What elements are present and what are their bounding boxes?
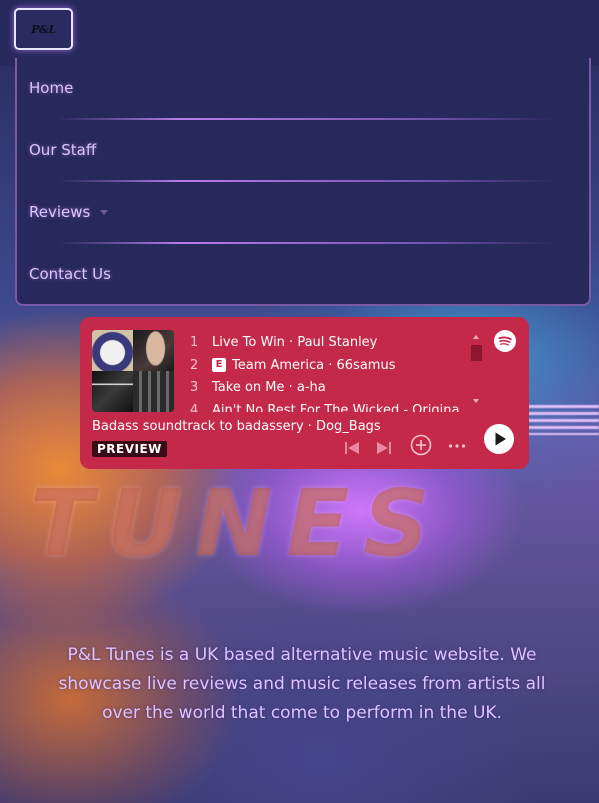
track-title: Team America · 66samus — [232, 357, 396, 373]
spotify-icon[interactable] — [494, 330, 516, 352]
playlist-title[interactable]: Badass soundtrack to badassery · Dog_Bag… — [92, 419, 381, 434]
track-number: 2 — [190, 357, 199, 373]
next-icon[interactable] — [376, 440, 392, 456]
track-title: Live To Win · Paul Stanley — [212, 334, 378, 350]
nav-divider — [57, 242, 555, 244]
track-number: 1 — [190, 334, 199, 350]
track-title: Ain't No Rest For The Wicked - Original — [212, 402, 460, 413]
explicit-badge: E — [212, 358, 226, 372]
previous-icon[interactable] — [344, 440, 360, 456]
nav-menu: Home Our Staff Reviews Contact Us — [15, 58, 591, 306]
nav-item-our-staff[interactable]: Our Staff — [29, 135, 96, 165]
logo-menu-button[interactable]: P&L — [14, 8, 73, 50]
play-button[interactable] — [484, 424, 514, 454]
scroll-down-icon[interactable] — [473, 399, 479, 403]
track-row[interactable]: 4 Ain't No Rest For The Wicked - Origina… — [190, 400, 460, 413]
nav-item-reviews[interactable]: Reviews — [29, 197, 109, 227]
nav-item-label: Our Staff — [29, 141, 97, 159]
cover-tile — [133, 371, 174, 412]
track-list[interactable]: 1 Live To Win · Paul Stanley 2 E Team Am… — [190, 330, 460, 413]
logo: P&L — [31, 22, 56, 36]
nav-item-contact-us[interactable]: Contact Us — [29, 259, 111, 289]
header-bar: P&L — [0, 0, 599, 66]
track-title: Take on Me · a-ha — [212, 379, 326, 395]
background-light-streak — [520, 405, 599, 435]
nav-item-label: Home — [29, 79, 74, 97]
nav-item-label: Reviews — [29, 203, 91, 221]
background-artwork-text: TUNES — [30, 470, 444, 577]
nav-divider — [57, 180, 555, 182]
track-row[interactable]: 1 Live To Win · Paul Stanley — [190, 332, 377, 352]
playlist-cover-image[interactable] — [92, 330, 174, 412]
scroll-thumb[interactable] — [471, 345, 482, 361]
spotify-embed-player: 1 Live To Win · Paul Stanley 2 E Team Am… — [80, 317, 529, 469]
cover-tile — [92, 371, 133, 412]
chevron-down-icon — [100, 210, 109, 215]
track-number: 4 — [190, 402, 199, 413]
tracklist-scrollbar[interactable] — [471, 335, 482, 405]
play-icon — [495, 432, 506, 446]
add-icon[interactable] — [410, 434, 432, 456]
track-row[interactable]: 2 E Team America · 66samus — [190, 355, 395, 375]
cover-tile — [92, 330, 133, 371]
track-number: 3 — [190, 379, 199, 395]
cover-tile — [133, 330, 174, 371]
nav-item-label: Contact Us — [29, 265, 111, 283]
preview-badge: PREVIEW — [92, 441, 167, 457]
more-icon[interactable] — [448, 443, 466, 449]
site-description: P&L Tunes is a UK based alternative musi… — [58, 645, 546, 723]
scroll-up-icon[interactable] — [473, 335, 479, 339]
nav-divider — [57, 118, 555, 120]
nav-item-home[interactable]: Home — [29, 73, 73, 103]
track-row[interactable]: 3 Take on Me · a-ha — [190, 377, 326, 397]
